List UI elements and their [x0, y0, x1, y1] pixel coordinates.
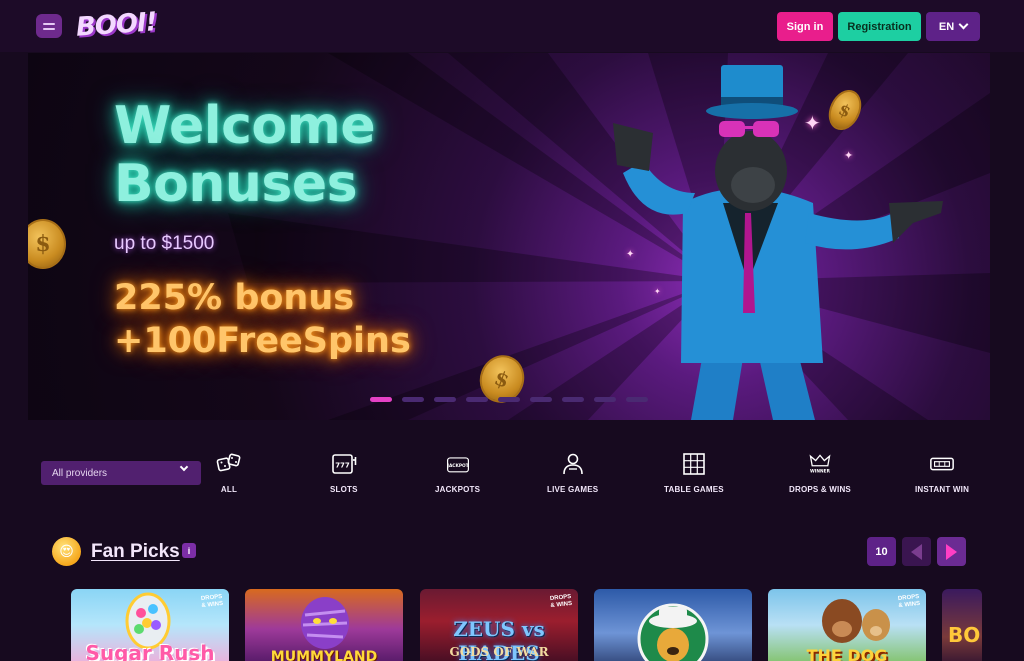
top-header: BOOI! Sign in Registration EN	[0, 0, 1024, 52]
carousel-dot[interactable]	[498, 397, 520, 402]
category-label: JACKPOTS	[435, 485, 481, 494]
drops-wins-tag: DROPS & WINS	[897, 593, 921, 610]
next-button[interactable]	[937, 537, 966, 566]
game-title: MUMMYLAND	[270, 649, 378, 661]
sign-in-button[interactable]: Sign in	[777, 12, 833, 41]
carousel-dot[interactable]	[594, 397, 616, 402]
game-card-gangster-dog[interactable]	[594, 589, 752, 661]
games-count-badge: 10	[867, 537, 896, 566]
game-card-zeus-vs-hades[interactable]: DROPS & WINS ZEUS vs HADES GODS OF WAR	[420, 589, 578, 661]
carousel-dots[interactable]	[370, 397, 648, 402]
language-label: EN	[938, 20, 955, 33]
category-jackpots[interactable]: JACKPOT JACKPOTS	[435, 452, 480, 496]
instant-ticket-icon	[929, 452, 955, 476]
previous-button[interactable]	[902, 537, 931, 566]
game-title: THE DOG	[806, 646, 888, 661]
svg-text:JACKPOT: JACKPOT	[446, 463, 468, 469]
game-subtitle: GODS OF WAR	[449, 645, 549, 659]
arrow-right-icon	[946, 543, 957, 560]
carousel-dot[interactable]	[626, 397, 648, 402]
category-drops-wins[interactable]: WINNER DROPS & WINS	[789, 452, 851, 496]
gorilla-mascot-image	[613, 65, 943, 420]
chevron-down-icon	[958, 19, 969, 30]
crown-winner-icon: WINNER	[807, 452, 833, 476]
category-label: TABLE GAMES	[664, 485, 724, 494]
carousel-dot[interactable]	[562, 397, 584, 402]
table-grid-icon	[681, 452, 707, 476]
banner-offer: 225% bonus +100FreeSpins	[114, 277, 411, 363]
category-live-games[interactable]: LIVE GAMES	[547, 452, 598, 496]
drops-wins-tag: DROPS & WINS	[549, 593, 573, 610]
dice-icon	[216, 452, 242, 476]
svg-text:WINNER: WINNER	[810, 469, 831, 475]
chevron-down-icon	[179, 462, 189, 472]
heart-eyes-emoji-icon: 😍	[52, 537, 81, 566]
category-label: INSTANT WIN	[915, 485, 970, 494]
banner-offer-line2: +100FreeSpins	[114, 321, 411, 361]
category-label: DROPS & WINS	[789, 485, 851, 494]
category-instant-win[interactable]: INSTANT WIN	[915, 452, 969, 496]
live-dealer-icon	[560, 452, 586, 476]
banner-offer-line1: 225% bonus	[114, 278, 355, 318]
promo-banner[interactable]: Welcome Bonuses up to $1500 225% bonus +…	[28, 53, 990, 420]
carousel-dot[interactable]	[530, 397, 552, 402]
category-label: SLOTS	[330, 485, 358, 494]
category-label: ALL	[220, 485, 238, 494]
game-card-mummyland[interactable]: MUMMYLAND	[245, 589, 403, 661]
banner-title-line1: Welcome	[114, 96, 376, 156]
category-all[interactable]: ALL	[216, 452, 242, 496]
carousel-dot[interactable]	[402, 397, 424, 402]
info-icon[interactable]: i	[182, 543, 196, 558]
category-label: LIVE GAMES	[547, 485, 599, 494]
section-title[interactable]: Fan Picks	[91, 541, 180, 563]
menu-icon[interactable]	[36, 14, 62, 38]
banner-title: Welcome Bonuses	[114, 96, 376, 214]
arrow-left-icon	[911, 543, 922, 560]
game-title: BO	[948, 623, 981, 647]
game-card-partial[interactable]: BO	[942, 589, 982, 661]
jackpot-icon: JACKPOT	[445, 452, 471, 476]
slot-machine-icon: 777	[331, 452, 357, 476]
category-slots[interactable]: 777 SLOTS	[330, 452, 358, 496]
providers-label: All providers	[52, 467, 108, 479]
dog-image	[822, 599, 890, 643]
language-selector[interactable]: EN	[926, 12, 980, 41]
dog-gangster-image	[637, 603, 709, 661]
banner-title-line2: Bonuses	[114, 154, 358, 214]
providers-dropdown[interactable]: All providers	[41, 461, 201, 485]
game-title: Sugar Rush	[85, 641, 215, 661]
banner-subtitle: up to $1500	[114, 233, 215, 254]
drops-wins-tag: DROPS & WINS	[200, 593, 224, 610]
category-table-games[interactable]: TABLE GAMES	[664, 452, 724, 496]
game-card-the-dog[interactable]: DROPS & WINS THE DOG	[768, 589, 926, 661]
carousel-dot[interactable]	[434, 397, 456, 402]
registration-button[interactable]: Registration	[838, 12, 921, 41]
game-card-sugar-rush[interactable]: DROPS & WINS Sugar Rush	[71, 589, 229, 661]
svg-text:777: 777	[335, 462, 350, 470]
logo[interactable]: BOOI!	[75, 7, 157, 43]
mummy-image	[301, 597, 349, 649]
carousel-dot[interactable]	[370, 397, 392, 402]
carousel-dot[interactable]	[466, 397, 488, 402]
